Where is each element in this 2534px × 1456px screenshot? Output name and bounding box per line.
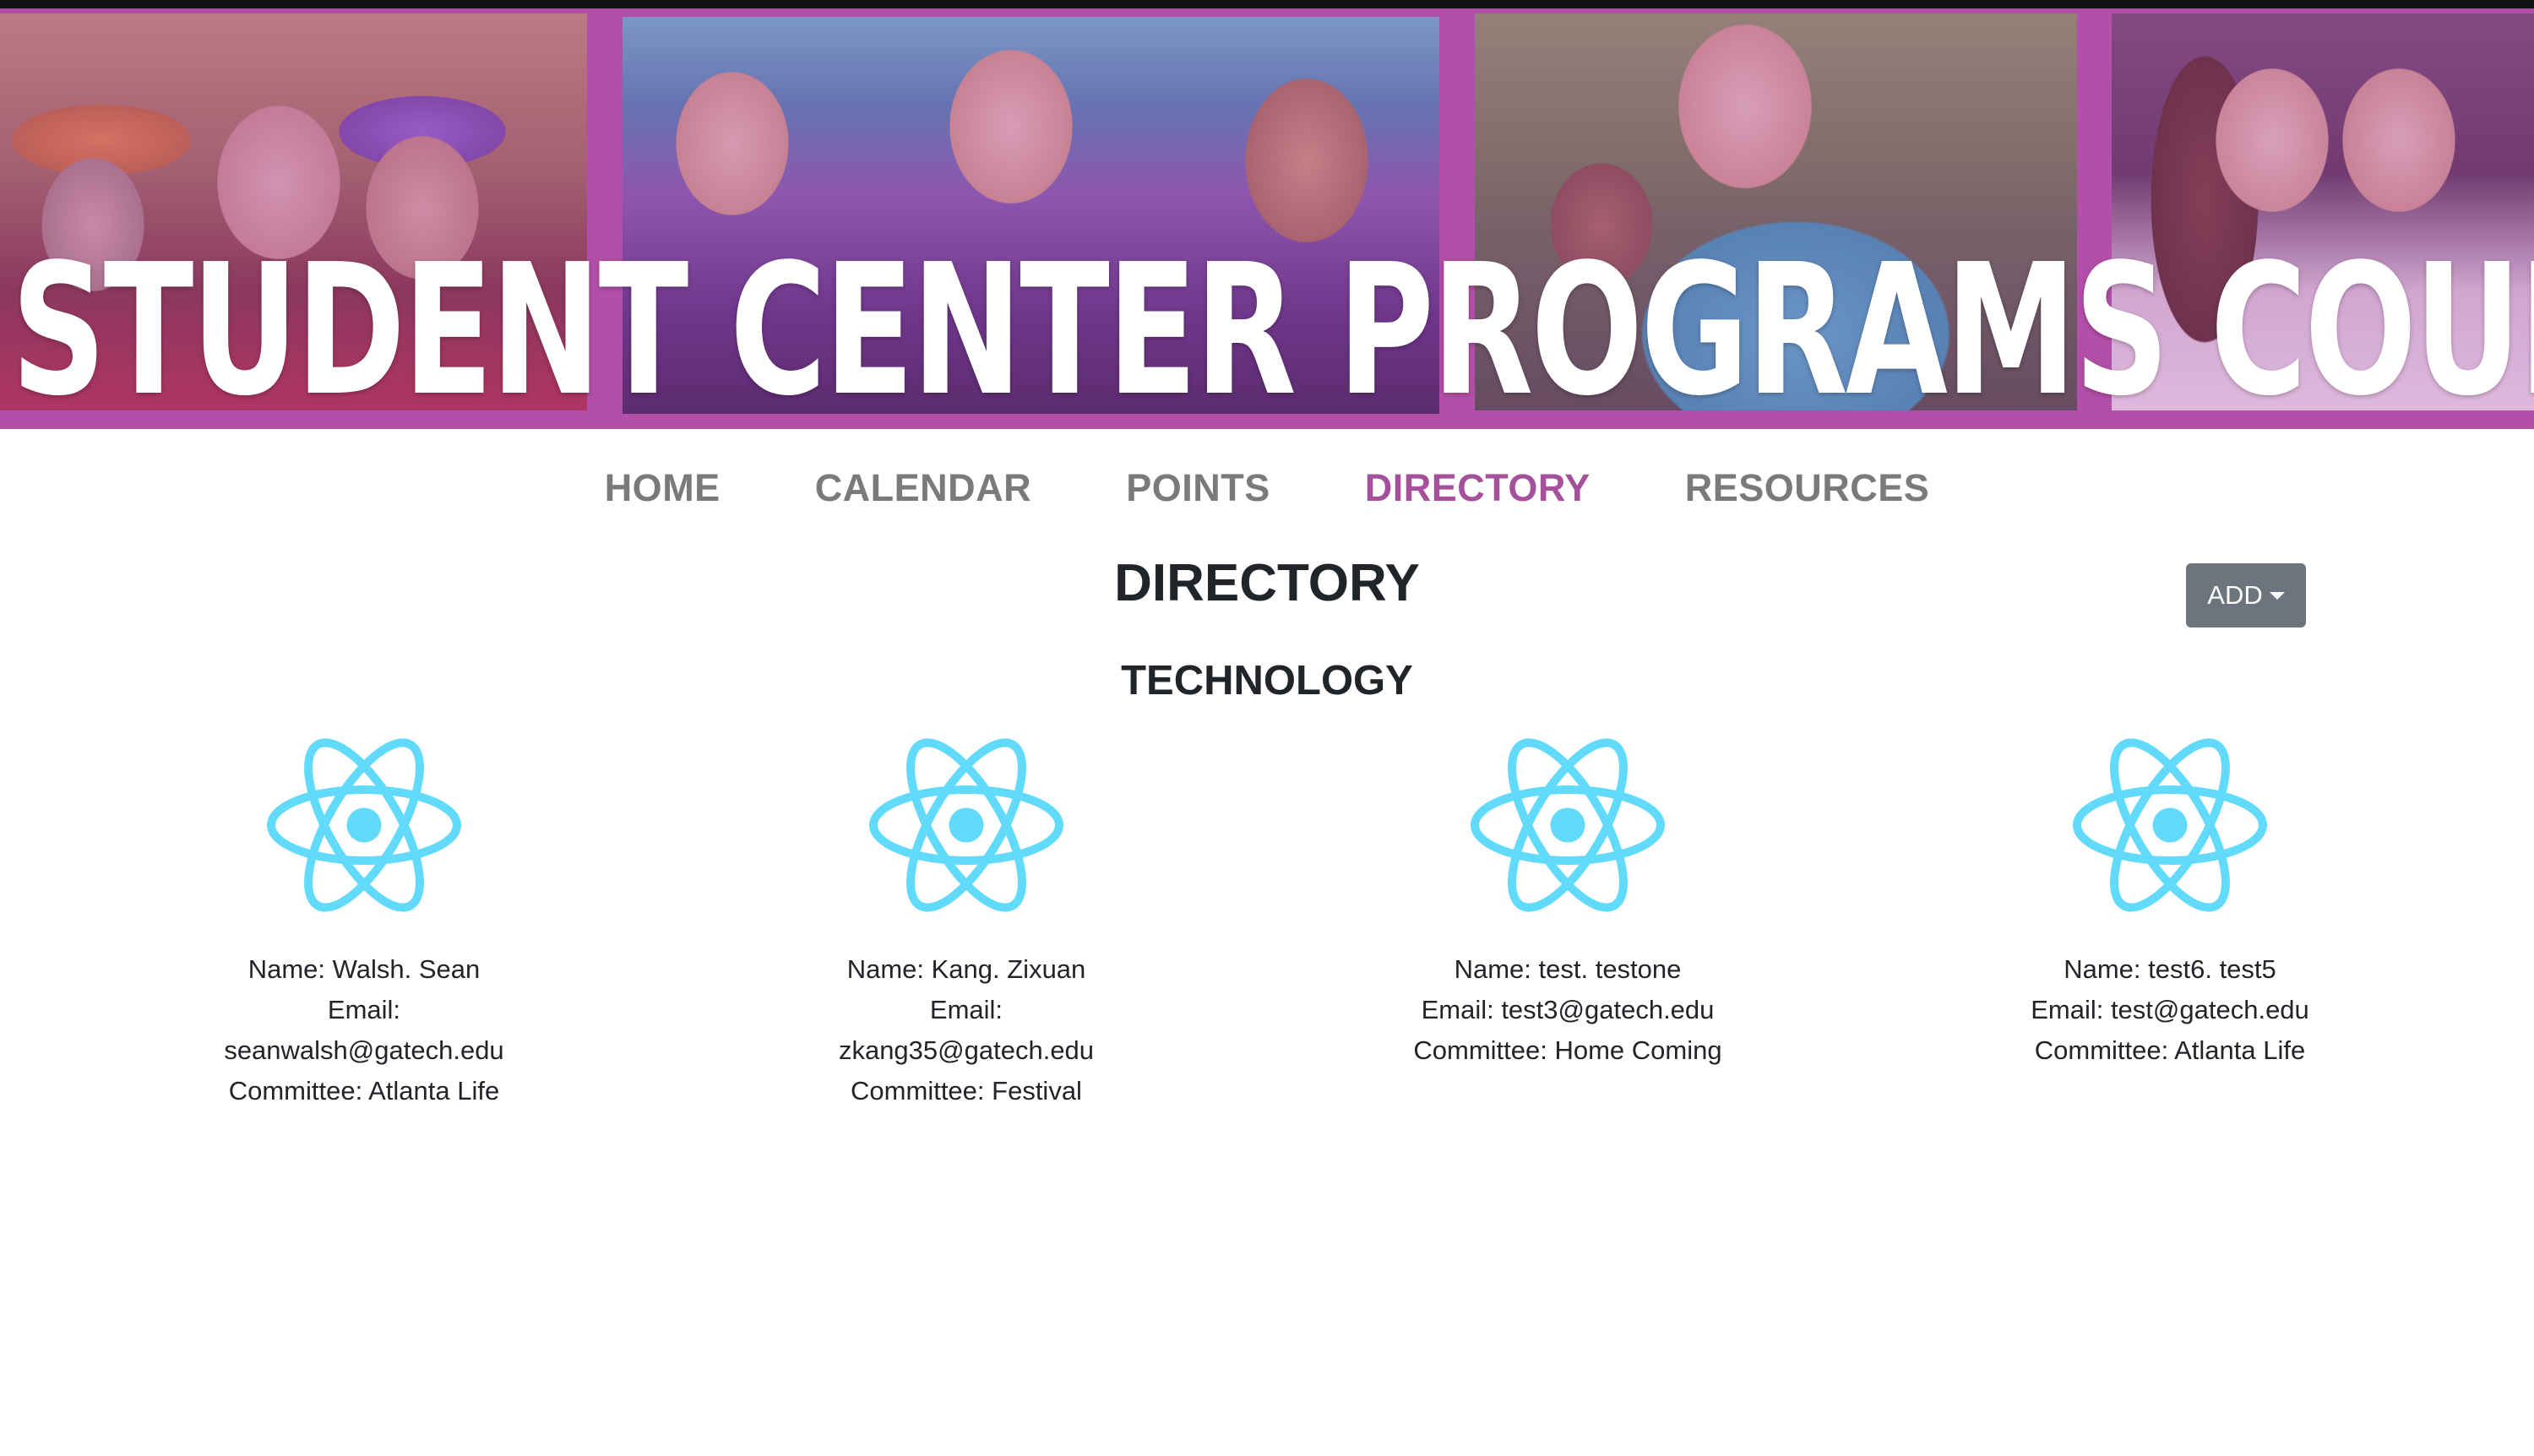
nav-directory[interactable]: DIRECTORY <box>1365 466 1591 510</box>
member-name: Name: test. testone <box>1454 954 1682 984</box>
nav-points[interactable]: POINTS <box>1126 466 1270 510</box>
banner: THE STUDENT CENTER PROGRAMS COUNCIL <box>0 8 2534 429</box>
member-email: Email: test@gatech.edu <box>2031 995 2309 1024</box>
section-title: TECHNOLOGY <box>1121 658 1413 704</box>
member-email-label: Email: <box>929 995 1003 1024</box>
top-bar <box>0 0 2534 8</box>
member-card: Name: test6. test5 Email: test@gatech.ed… <box>1933 735 2406 1071</box>
member-committee: Committee: Festival <box>851 1076 1082 1106</box>
member-email: Email: test3@gatech.edu <box>1421 995 1715 1024</box>
member-info: Name: test6. test5 Email: test@gatech.ed… <box>2031 949 2309 1071</box>
nav-home[interactable]: HOME <box>605 466 721 510</box>
page-title: DIRECTORY <box>1114 554 1420 612</box>
member-card: Name: Walsh. Sean Email: seanwalsh@gatec… <box>128 735 601 1111</box>
add-dropdown-button[interactable]: ADD <box>2186 563 2306 627</box>
member-card: Name: test. testone Email: test3@gatech.… <box>1331 735 1804 1071</box>
member-name: Name: Kang. Zixuan <box>846 954 1086 984</box>
member-email: seanwalsh@gatech.edu <box>224 1035 504 1065</box>
member-email-label: Email: <box>327 995 401 1024</box>
react-logo-icon <box>267 738 461 912</box>
react-logo-icon <box>2073 738 2267 912</box>
member-name: Name: Walsh. Sean <box>247 954 481 984</box>
member-committee: Committee: Home Coming <box>1413 1035 1722 1065</box>
member-card: Name: Kang. Zixuan Email: zkang35@gatech… <box>730 735 1203 1111</box>
caret-down-icon <box>2269 591 2285 600</box>
nav-resources[interactable]: RESOURCES <box>1685 466 1930 510</box>
react-logo-icon <box>869 738 1063 912</box>
member-committee: Committee: Atlanta Life <box>2034 1035 2306 1065</box>
main-nav: HOME CALENDAR POINTS DIRECTORY RESOURCES <box>0 463 2534 513</box>
member-committee: Committee: Atlanta Life <box>228 1076 500 1106</box>
member-info: Name: Walsh. Sean Email: seanwalsh@gatec… <box>224 949 503 1111</box>
member-email: zkang35@gatech.edu <box>838 1035 1095 1065</box>
banner-title: THE STUDENT CENTER PROGRAMS COUNCIL <box>0 225 2534 429</box>
add-button-label: ADD <box>2207 580 2263 610</box>
member-info: Name: test. testone Email: test3@gatech.… <box>1413 949 1721 1071</box>
member-name: Name: test6. test5 <box>2064 954 2276 984</box>
member-info: Name: Kang. Zixuan Email: zkang35@gatech… <box>839 949 1094 1111</box>
nav-calendar[interactable]: CALENDAR <box>815 466 1032 510</box>
react-logo-icon <box>1471 738 1665 912</box>
